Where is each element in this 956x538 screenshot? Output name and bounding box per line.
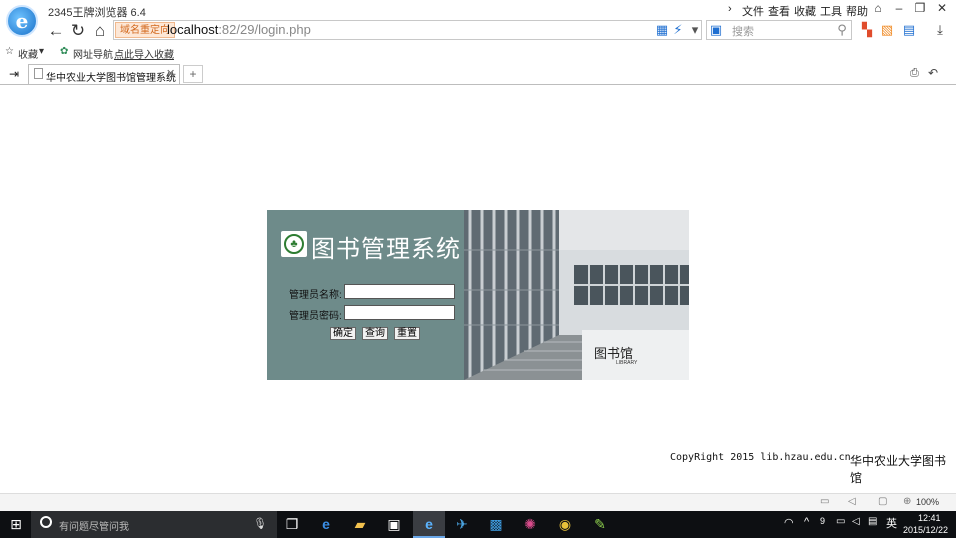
url-path: :82/29/login.php	[218, 22, 311, 37]
username-input[interactable]	[344, 284, 455, 299]
bookmark-import[interactable]: 点此导入收藏	[114, 46, 174, 61]
qr-icon[interactable]: ▦	[654, 22, 670, 38]
skin-icon[interactable]: ⌂	[868, 1, 888, 15]
query-button[interactable]: 查询	[362, 327, 388, 340]
minimize-icon[interactable]: –	[889, 1, 909, 15]
microphone-icon[interactable]: 🎙	[250, 514, 270, 534]
browser-logo-icon[interactable]: e	[6, 5, 38, 37]
copyright-text: CopyRight 2015 lib.hzau.edu.cn	[670, 452, 851, 463]
search-engine-icon[interactable]: ▣	[708, 22, 724, 38]
download-icon[interactable]: ⤓	[932, 22, 948, 38]
menu-favorites[interactable]: 收藏	[794, 3, 816, 19]
edge-icon[interactable]: e	[316, 514, 336, 534]
paint-app-icon[interactable]: ✎	[590, 514, 610, 534]
dropdown-icon[interactable]: ▾	[687, 22, 703, 38]
print-icon[interactable]: ⎙	[910, 67, 919, 80]
sidebar-toggle-icon[interactable]: ⇥	[9, 67, 19, 81]
store-icon[interactable]: ▣	[384, 514, 404, 534]
restore-icon[interactable]: ❐	[910, 1, 930, 15]
clock-date[interactable]: 2015/12/22	[903, 525, 948, 535]
home-icon[interactable]: ⌂	[91, 22, 109, 40]
tray-app-icon[interactable]: 9	[820, 516, 825, 526]
speaker-icon[interactable]: ◁	[852, 516, 860, 527]
menu-help[interactable]: 帮助	[846, 3, 868, 19]
network-icon[interactable]: ▭	[836, 516, 845, 527]
favorites-dropdown-icon[interactable]: ▾	[39, 46, 44, 57]
cortana-icon[interactable]	[40, 516, 52, 528]
file-explorer-icon[interactable]: ▰	[350, 514, 370, 534]
zoom-icon[interactable]: ⊕	[903, 496, 911, 507]
dev-app-icon[interactable]: ◉	[555, 514, 575, 534]
notification-icon[interactable]: ▤	[868, 516, 877, 527]
confirm-button[interactable]: 确定	[330, 327, 356, 340]
favorites-star-icon[interactable]: ☆	[5, 46, 14, 57]
page-icon	[34, 68, 43, 79]
bookmark-nav[interactable]: 网址导航	[73, 46, 113, 61]
media-app-icon[interactable]: ✺	[520, 514, 540, 534]
username-label: 管理员名称:	[289, 290, 342, 301]
screenshot-icon[interactable]: ▧	[879, 22, 895, 38]
clock-time[interactable]: 12:41	[918, 513, 941, 523]
menu-view[interactable]: 查看	[768, 3, 790, 19]
app-title: 2345王牌浏览器 6.4	[48, 7, 146, 19]
speed-mode-icon[interactable]: ⚡	[670, 22, 686, 38]
nav-site-icon: ✿	[60, 46, 69, 57]
ime-indicator[interactable]: 英	[886, 515, 897, 531]
tools-icon[interactable]: ▤	[901, 22, 917, 38]
url-host: localhost	[167, 22, 219, 37]
system-title: 图书管理系统	[311, 235, 461, 263]
search-icon[interactable]: ⚲	[834, 22, 850, 38]
taskbar-search-input[interactable]: 有问题尽管问我	[59, 518, 129, 533]
zoom-level[interactable]: 100%	[916, 497, 939, 507]
accelerate-icon[interactable]: ▭	[820, 496, 829, 507]
back-icon[interactable]: ←	[47, 22, 65, 40]
password-input[interactable]	[344, 305, 455, 320]
redirect-badge[interactable]: 域名重定向	[115, 22, 175, 38]
new-tab-button[interactable]: +	[183, 65, 203, 83]
search-input[interactable]: 搜索	[732, 23, 754, 39]
library-sign-sub: LIBRARY	[616, 360, 638, 366]
refresh-icon[interactable]: ↻	[69, 22, 87, 40]
url-text[interactable]: localhost:82/29/login.php	[167, 22, 311, 38]
organization-name: 华中农业大学图书馆	[850, 454, 947, 485]
undo-close-icon[interactable]: ↶	[928, 66, 938, 80]
close-icon[interactable]: ✕	[932, 1, 952, 15]
menu-arrow-icon[interactable]: ›	[728, 3, 732, 15]
password-label: 管理员密码:	[289, 311, 342, 322]
search-box[interactable]	[706, 20, 852, 40]
bird-app-icon[interactable]: ✈	[452, 514, 472, 534]
photo-app-icon[interactable]: ▩	[486, 514, 506, 534]
tray-up-icon[interactable]: ^	[804, 516, 809, 528]
task-view-icon[interactable]: ❐	[282, 514, 302, 534]
favorites-button[interactable]: 收藏	[18, 46, 38, 61]
status-bar	[0, 493, 956, 512]
wifi-icon[interactable]: ◠	[784, 516, 794, 529]
menu-tools[interactable]: 工具	[820, 3, 842, 19]
tab-title: 华中农业大学图书馆管理系统	[46, 73, 176, 84]
menu-file[interactable]: 文件	[742, 3, 764, 19]
windows-start-icon[interactable]: ⊞	[6, 514, 26, 534]
emblem-icon: ♣	[284, 234, 304, 254]
tab-close-icon[interactable]: ✕	[166, 67, 175, 80]
apps-icon[interactable]: ▚	[859, 22, 875, 38]
library-building-image: 图书馆 LIBRARY	[464, 210, 689, 380]
browser-2345-icon[interactable]: e	[419, 514, 439, 534]
reset-button[interactable]: 重置	[394, 327, 420, 340]
library-photo: 图书馆 LIBRARY	[464, 210, 689, 380]
window-icon[interactable]: ▢	[878, 496, 887, 507]
volume-icon[interactable]: ◁	[848, 496, 856, 507]
